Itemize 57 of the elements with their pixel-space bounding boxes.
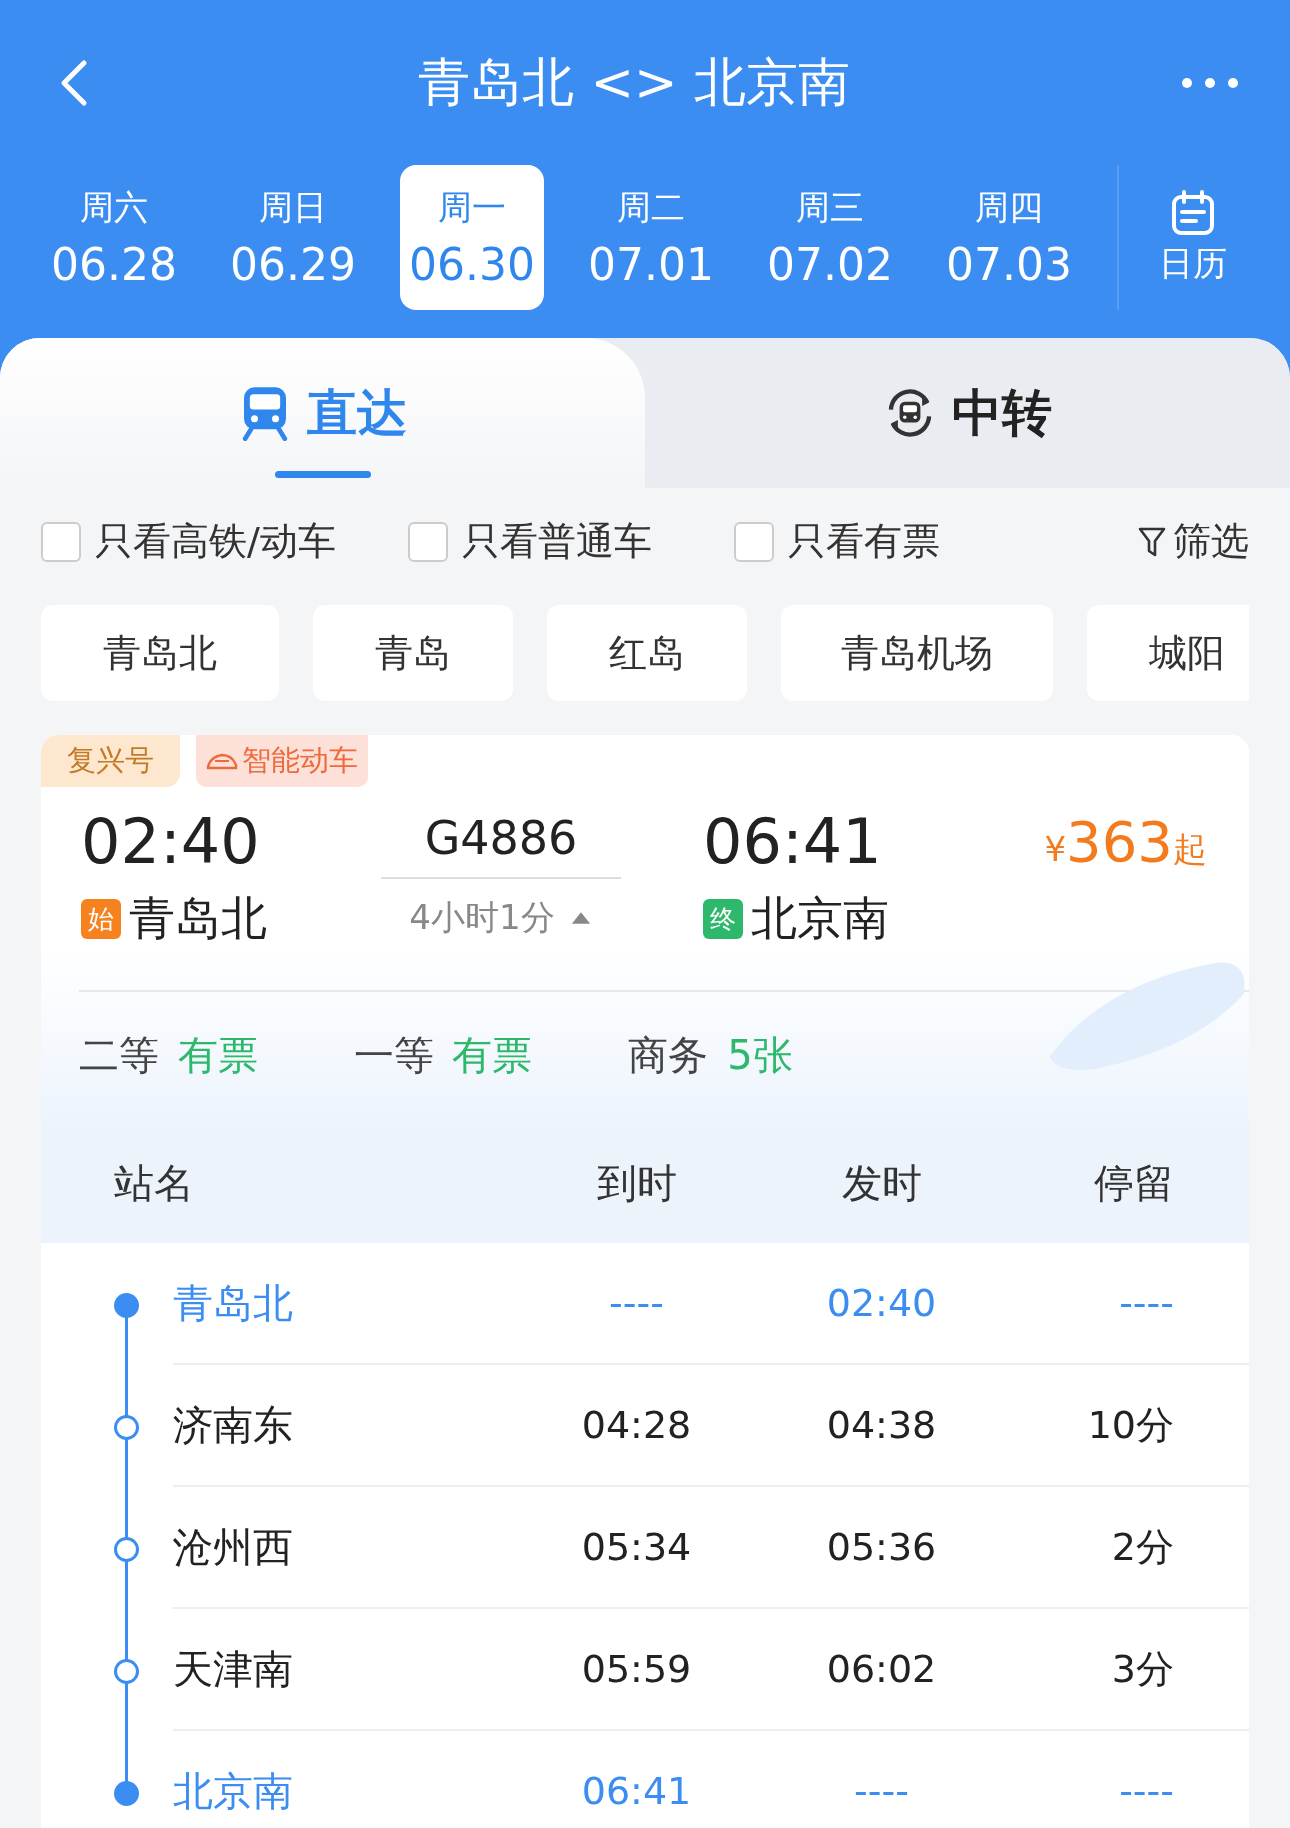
origin-badge: 始 xyxy=(81,899,121,939)
station-chip[interactable]: 红岛 xyxy=(547,605,747,701)
arrival-cell-text: 06:41 xyxy=(580,1769,693,1813)
station-chip[interactable]: 青岛机场 xyxy=(781,605,1053,701)
destination-station: 北京南 xyxy=(751,890,889,947)
more-icon[interactable] xyxy=(1180,75,1240,90)
train-tag: 智能动车 xyxy=(196,735,368,787)
arrival-cell-text: 05:59 xyxy=(580,1647,693,1691)
station-name: 北京南 xyxy=(173,1766,294,1816)
stay-cell-text: ---- xyxy=(1118,1281,1174,1325)
arrival-cell-text: 04:28 xyxy=(580,1403,693,1447)
train-tag: 复兴号 xyxy=(41,735,180,787)
station-chip[interactable]: 青岛北 xyxy=(41,605,279,701)
station-chip[interactable]: 青岛 xyxy=(313,605,513,701)
filter-checkbox[interactable]: 只看普通车 xyxy=(407,516,652,567)
checkbox[interactable] xyxy=(407,521,448,562)
page-title: 青岛北 <> 北京南 xyxy=(416,50,852,114)
departure-cell-text: 02:40 xyxy=(825,1281,938,1325)
arrival-cell-text: 05:34 xyxy=(580,1525,693,1569)
price: ¥363起 xyxy=(1044,809,1207,874)
seat-availability: 商务 5张 xyxy=(628,1031,793,1080)
arrival-cell-text: ---- xyxy=(608,1281,665,1325)
seat-availability: 一等 有票 xyxy=(353,1031,533,1080)
train-card[interactable]: 复兴号 智能动车 02:40 始 青岛北 G4886 4小时1分 06:41 终 北京南 ¥363起 二等 有票 一等 有票 商务 5张 xyxy=(41,735,1249,1123)
duration: 4小时1分 xyxy=(409,896,555,939)
calendar-icon xyxy=(1169,188,1217,237)
departure-time: 02:40 xyxy=(81,805,261,878)
stay-cell-text: 10分 xyxy=(1086,1401,1174,1449)
column-header: 到时 xyxy=(595,1158,678,1208)
mode-tab[interactable]: 中转 xyxy=(645,338,1290,488)
departure-cell-text: 06:02 xyxy=(825,1647,938,1691)
arrival-time: 06:41 xyxy=(703,805,883,878)
filter-checkbox[interactable]: 只看有票 xyxy=(733,516,940,567)
filter-checkbox[interactable]: 只看高铁/动车 xyxy=(41,516,336,567)
column-header: 发时 xyxy=(840,1158,923,1208)
station-name: 济南东 xyxy=(173,1400,294,1450)
checkbox[interactable] xyxy=(41,521,81,562)
column-header: 站名 xyxy=(113,1158,195,1208)
departure-cell-text: 05:36 xyxy=(825,1525,938,1569)
filter-button[interactable]: 筛选 xyxy=(1137,516,1249,567)
station-name: 天津南 xyxy=(173,1644,294,1694)
station-chip[interactable]: 城阳 xyxy=(1087,605,1249,701)
origin-station: 青岛北 xyxy=(129,890,267,947)
date-tab[interactable]: 周一 06.30 xyxy=(400,165,544,310)
departure-cell-text: ---- xyxy=(853,1769,910,1813)
train-number: G4886 xyxy=(424,811,578,865)
checkbox[interactable] xyxy=(733,521,774,562)
stay-cell-text: 3分 xyxy=(1110,1645,1174,1693)
departure-cell-text: 04:38 xyxy=(825,1403,938,1447)
stay-cell-text: 2分 xyxy=(1110,1523,1174,1571)
train-icon xyxy=(206,751,238,771)
column-header: 停留 xyxy=(1093,1158,1174,1208)
station-name: 青岛北 xyxy=(173,1278,294,1328)
destination-badge: 终 xyxy=(703,899,743,939)
seat-availability: 二等 有票 xyxy=(79,1031,258,1080)
stay-cell-text: ---- xyxy=(1118,1769,1174,1813)
station-name: 沧州西 xyxy=(173,1522,294,1572)
